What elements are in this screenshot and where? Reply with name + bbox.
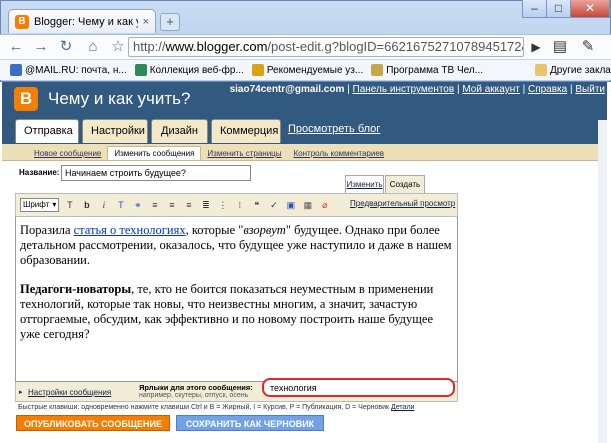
maximize-button[interactable]: □ (546, 0, 571, 18)
bookmark-star-icon[interactable]: ☆ (108, 37, 128, 57)
tab-title: Blogger: Чему и как учи... (34, 15, 138, 28)
subtab-new-post[interactable]: Новое сообщение (28, 147, 107, 160)
page-icon (134, 64, 147, 76)
article-link[interactable]: статья о технологиях (74, 223, 186, 237)
preview-link[interactable]: Предварительный просмотр (350, 199, 455, 208)
publish-button[interactable]: ОПУБЛИКОВАТЬ СООБЩЕНИЕ (16, 415, 170, 431)
subtab-comments[interactable]: Контроль комментариев (288, 147, 391, 160)
other-bookmarks[interactable]: Другие закладки (535, 64, 611, 76)
scrollbar[interactable] (598, 120, 607, 443)
tab-settings[interactable]: Настройки (82, 119, 148, 143)
blogger-icon: B (15, 14, 29, 29)
user-email: siao74centr@gmail.com (229, 84, 345, 95)
tv-icon (371, 64, 384, 76)
play-icon[interactable]: ▶ (526, 37, 546, 57)
minimize-button[interactable]: – (522, 0, 547, 18)
back-icon[interactable]: ← (6, 37, 26, 57)
quote-icon[interactable]: ❝ (250, 199, 263, 212)
link-icon[interactable]: ⚭ (131, 199, 144, 212)
star-icon (251, 64, 264, 76)
url-prefix: http:// (133, 39, 166, 54)
labels-example: например, скутеры, отпуск, осень (139, 392, 249, 399)
save-draft-button[interactable]: СОХРАНИТЬ КАК ЧЕРНОВИК (176, 415, 324, 431)
my-account-link[interactable]: Мой аккаунт (462, 84, 519, 95)
header-links: siao74centr@gmail.com | Панель инструмен… (229, 84, 605, 95)
dashboard-link[interactable]: Панель инструментов (353, 84, 455, 95)
bookmark-item[interactable]: @MAIL.RU: почта, н... (10, 64, 127, 76)
logout-link[interactable]: Выйти (575, 84, 605, 95)
browser-tab[interactable]: B Blogger: Чему и как учи... × (8, 9, 156, 33)
url-path: /post-edit.g?blogID=6621675271078945172&… (267, 39, 523, 54)
align-center-icon[interactable]: ≡ (165, 199, 178, 212)
blogger-logo-icon[interactable]: B (14, 87, 38, 111)
close-window-button[interactable]: ✕ (570, 0, 610, 18)
sub-tabs: Новое сообщение Изменить сообщения Измен… (2, 144, 607, 161)
subtab-edit-pages[interactable]: Изменить страницы (201, 147, 287, 160)
remove-format-icon[interactable]: ⌀ (318, 199, 331, 212)
numbered-list-icon[interactable]: ⋮ (216, 199, 229, 212)
wrench-icon[interactable]: ✎ (578, 37, 598, 57)
italic-icon[interactable]: i (97, 199, 110, 212)
labels-label: Ярлыки для этого сообщения: (139, 383, 253, 392)
align-justify-icon[interactable]: ≣ (199, 199, 212, 212)
view-blog-link[interactable]: Просмотреть блог (288, 123, 380, 135)
help-link[interactable]: Справка (528, 84, 567, 95)
address-bar[interactable]: http://www.blogger.com/post-edit.g?blogI… (128, 37, 524, 57)
forward-icon[interactable]: → (31, 37, 51, 57)
mail-icon (10, 64, 22, 76)
subtab-edit-posts[interactable]: Изменить сообщения (107, 146, 202, 160)
post-settings-link[interactable]: Настройки сообщения (28, 388, 111, 397)
post-body-editor[interactable]: Поразила статья о технологиях, которые "… (15, 217, 458, 382)
blog-title: Чему и как учить? (48, 89, 191, 108)
bookmark-item[interactable]: Коллекция веб-фр... (134, 64, 244, 76)
new-tab-button[interactable]: + (160, 13, 180, 31)
bookmark-item[interactable]: Рекомендуемые уз... (251, 64, 363, 76)
spellcheck-icon[interactable]: ✓ (267, 199, 280, 212)
align-right-icon[interactable]: ≡ (182, 199, 195, 212)
bookmark-item[interactable]: Программа ТВ Чел... (371, 64, 483, 76)
video-icon[interactable]: ▦ (301, 199, 314, 212)
edit-html-tab[interactable]: Изменить Html (345, 175, 384, 206)
home-icon[interactable]: ⌂ (83, 37, 103, 57)
close-icon[interactable]: × (143, 16, 149, 28)
text-color-icon[interactable]: T (114, 199, 127, 212)
tab-design[interactable]: Дизайн (151, 119, 208, 143)
url-host: www.blogger.com (165, 39, 268, 54)
folder-icon (535, 64, 548, 76)
reload-icon[interactable]: ↻ (56, 37, 76, 57)
font-size-icon[interactable]: T (63, 199, 76, 212)
compose-tab[interactable]: Создать (385, 175, 425, 193)
details-link[interactable]: Детали (391, 404, 414, 411)
align-left-icon[interactable]: ≡ (148, 199, 161, 212)
tab-posting[interactable]: Отправка (15, 119, 79, 143)
title-label: Название: (19, 168, 60, 177)
title-input[interactable] (61, 165, 251, 181)
image-icon[interactable]: ▣ (284, 199, 297, 212)
bullet-list-icon[interactable]: ⁝ (233, 199, 246, 212)
bold-icon[interactable]: b (80, 199, 93, 212)
bookmarks-bar: @MAIL.RU: почта, н... Коллекция веб-фр..… (0, 60, 611, 80)
expand-arrow-icon[interactable]: ▸ (19, 388, 23, 396)
page-icon[interactable]: ▤ (550, 37, 570, 57)
chevron-down-icon: ▾ (52, 200, 57, 209)
font-select[interactable]: Шрифт ▾ (20, 198, 60, 212)
shortcuts-hint: Быстрые клавиши: одновременно нажмите кл… (18, 404, 415, 411)
labels-input[interactable]: технология (262, 378, 455, 397)
tab-monetize[interactable]: Коммерция (211, 119, 281, 143)
